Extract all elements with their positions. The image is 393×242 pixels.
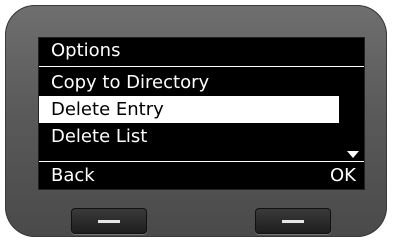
title-divider bbox=[39, 66, 364, 67]
scroll-down-arrow-icon bbox=[347, 151, 359, 158]
screen-title: Options bbox=[51, 40, 121, 61]
softkey-label-back: Back bbox=[51, 165, 95, 186]
softkey-divider bbox=[39, 161, 364, 162]
right-softkey-bar-icon bbox=[282, 220, 304, 223]
display-screen: Options Copy to Directory Delete Entry D… bbox=[38, 37, 365, 190]
left-softkey-bar-icon bbox=[98, 220, 120, 223]
menu-item-delete-entry[interactable]: Delete Entry bbox=[39, 96, 339, 123]
menu-item-delete-list[interactable]: Delete List bbox=[39, 123, 339, 150]
phone-device: Options Copy to Directory Delete Entry D… bbox=[5, 5, 387, 237]
right-softkey-button[interactable] bbox=[255, 208, 331, 234]
softkey-label-ok: OK bbox=[330, 165, 356, 186]
left-softkey-button[interactable] bbox=[71, 208, 147, 234]
menu-item-copy-to-directory[interactable]: Copy to Directory bbox=[39, 69, 339, 96]
options-menu: Copy to Directory Delete Entry Delete Li… bbox=[39, 69, 364, 150]
